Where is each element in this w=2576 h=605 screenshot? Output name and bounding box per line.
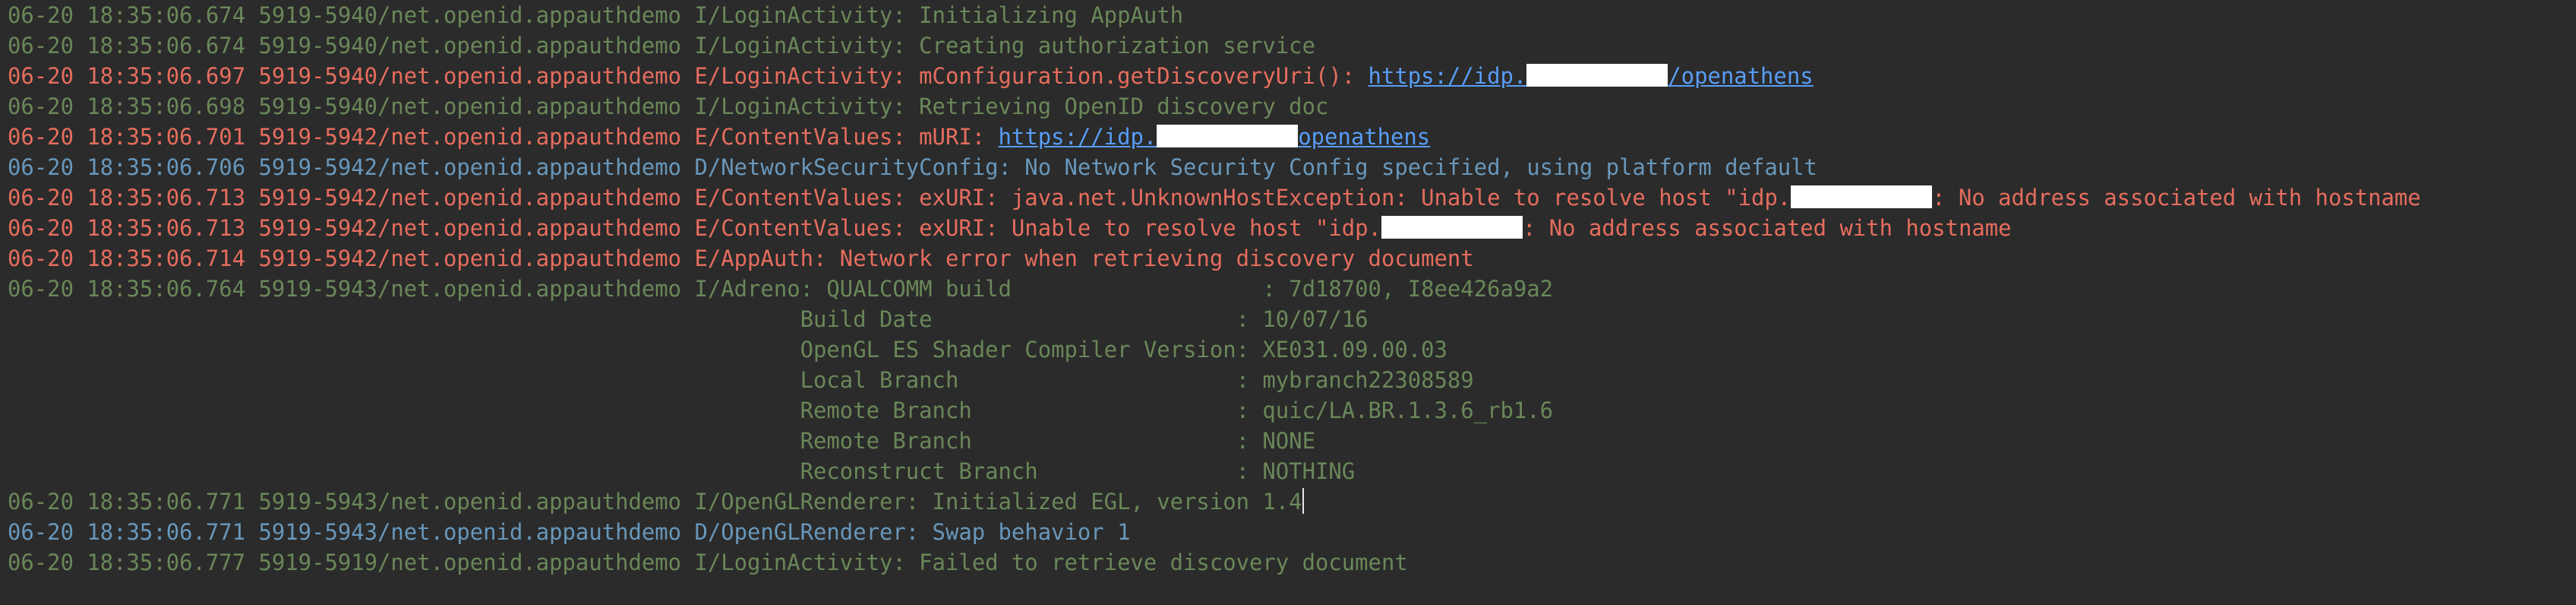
log-line: OpenGL ES Shader Compiler Version: XE031… [8,337,1447,363]
log-line: 06-20 18:35:06.713 5919-5942/net.openid.… [8,182,2567,213]
log-line-text: 06-20 18:35:06.697 5919-5940/net.openid.… [8,63,1368,89]
log-line-text: 06-20 18:35:06.713 5919-5942/net.openid.… [8,215,1381,241]
log-line-text: 06-20 18:35:06.771 5919-5943/net.openid.… [8,489,1302,515]
link-text-end: openathens [1298,124,1431,150]
log-line: 06-20 18:35:06.771 5919-5943/net.openid.… [8,486,2567,517]
log-line-text: 06-20 18:35:06.701 5919-5942/net.openid.… [8,124,999,150]
log-line-text: : No address associated with hostname [1522,215,2012,241]
log-line: 06-20 18:35:06.777 5919-5919/net.openid.… [8,550,1408,575]
log-line: 06-20 18:35:06.764 5919-5943/net.openid.… [8,276,1554,302]
log-line: Local Branch : mybranch22308589 [8,367,1474,393]
text-caret [1302,488,1304,514]
redacted-hostname [1526,64,1668,87]
log-line-text: 06-20 18:35:06.713 5919-5942/net.openid.… [8,185,1792,211]
log-line: 06-20 18:35:06.674 5919-5940/net.openid.… [8,2,1184,28]
redacted-hostname [1381,216,1523,239]
log-line: 06-20 18:35:06.706 5919-5942/net.openid.… [8,154,1817,180]
link-text-end: /openathens [1668,63,1814,89]
log-line: 06-20 18:35:06.771 5919-5943/net.openid.… [8,519,1131,545]
log-line: 06-20 18:35:06.701 5919-5942/net.openid.… [8,122,2567,152]
log-line: 06-20 18:35:06.697 5919-5940/net.openid.… [8,61,2567,91]
link-text-start: https://idp. [998,124,1157,150]
log-line: 06-20 18:35:06.714 5919-5942/net.openid.… [8,245,1474,271]
redacted-hostname [1157,125,1299,147]
muri-link[interactable]: https://idp. openathens [999,124,1431,150]
log-line: Remote Branch : quic/LA.BR.1.3.6_rb1.6 [8,398,1554,423]
log-line: 06-20 18:35:06.674 5919-5940/net.openid.… [8,33,1315,59]
log-line: Reconstruct Branch : NOTHING [8,458,1356,484]
log-line: Remote Branch : NONE [8,428,1315,454]
redacted-hostname [1791,185,1933,208]
link-text-start: https://idp. [1368,63,1527,89]
logcat-output[interactable]: 06-20 18:35:06.674 5919-5940/net.openid.… [8,0,2567,605]
log-line-text: : No address associated with hostname [1932,185,2421,211]
log-line: 06-20 18:35:06.698 5919-5940/net.openid.… [8,93,1329,119]
log-line: 06-20 18:35:06.713 5919-5942/net.openid.… [8,213,2567,243]
discovery-uri-link[interactable]: https://idp. /openathens [1368,63,1814,89]
log-line: Build Date : 10/07/16 [8,306,1368,332]
